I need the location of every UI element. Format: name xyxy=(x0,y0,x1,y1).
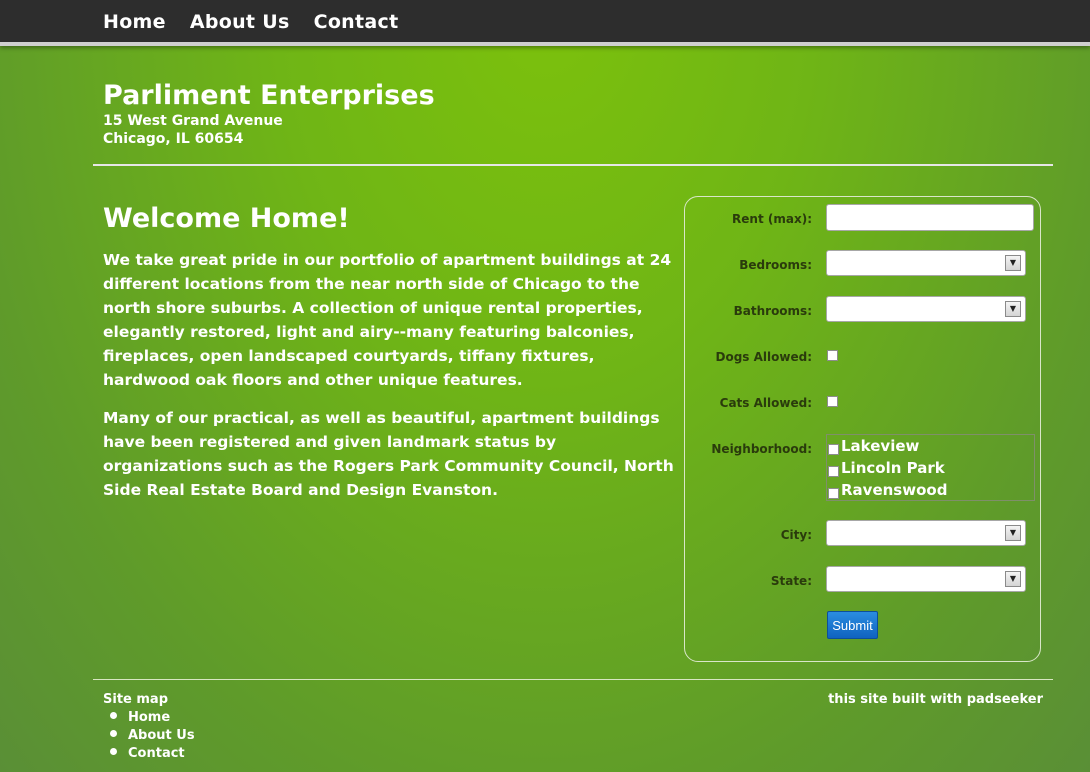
bedrooms-label: Bedrooms: xyxy=(739,258,812,272)
bathrooms-select[interactable]: ▼ xyxy=(826,296,1026,322)
list-item: About Us xyxy=(110,727,195,745)
dropdown-arrow-icon: ▼ xyxy=(1005,301,1021,317)
nav-contact-link[interactable]: Contact xyxy=(314,11,399,33)
footer-contact-link[interactable]: Contact xyxy=(128,746,185,761)
state-row: State: ▼ xyxy=(685,566,1042,596)
neighborhood-option-lincoln-park[interactable]: Lincoln Park xyxy=(827,457,1034,479)
bedrooms-row: Bedrooms: ▼ xyxy=(685,250,1042,280)
neighborhood-label: Neighborhood: xyxy=(711,442,812,456)
neighborhood-option-label: Lakeview xyxy=(841,437,920,455)
sitemap-list: Home About Us Contact xyxy=(103,709,195,763)
site-credit: this site built with padseeker xyxy=(828,692,1043,707)
neighborhood-checklist: Lakeview Lincoln Park Ravenswood xyxy=(826,434,1035,501)
main-content: Welcome Home! We take great pride in our… xyxy=(103,202,678,516)
site-footer: Site map Home About Us Contact xyxy=(103,692,195,763)
dogs-row: Dogs Allowed: xyxy=(685,342,1042,372)
rent-label: Rent (max): xyxy=(732,212,812,226)
dogs-label: Dogs Allowed: xyxy=(715,350,813,364)
nav-home-link[interactable]: Home xyxy=(103,11,166,33)
bathrooms-label: Bathrooms: xyxy=(733,304,812,318)
neighborhood-checkbox[interactable] xyxy=(828,466,839,477)
neighborhood-checkbox[interactable] xyxy=(828,444,839,455)
bedrooms-select[interactable]: ▼ xyxy=(826,250,1026,276)
header-divider xyxy=(93,164,1053,166)
sitemap-heading: Site map xyxy=(103,692,168,707)
dropdown-arrow-icon: ▼ xyxy=(1005,571,1021,587)
list-item: Home xyxy=(110,709,195,727)
rent-row: Rent (max): xyxy=(685,204,1042,234)
dropdown-arrow-icon: ▼ xyxy=(1005,525,1021,541)
rent-input[interactable] xyxy=(826,204,1034,231)
nav-about-link[interactable]: About Us xyxy=(190,11,290,33)
main-nav: Home About Us Contact xyxy=(103,11,398,33)
neighborhood-checkbox[interactable] xyxy=(828,488,839,499)
footer-about-link[interactable]: About Us xyxy=(128,728,195,743)
intro-paragraph: We take great pride in our portfolio of … xyxy=(103,251,672,389)
state-label: State: xyxy=(770,574,812,588)
list-item: Contact xyxy=(110,745,195,763)
landmark-paragraph: Many of our practical, as well as beauti… xyxy=(103,409,674,499)
search-form: Rent (max): Bedrooms: ▼ Bathrooms: ▼ Dog… xyxy=(684,196,1041,662)
neighborhood-option-label: Lincoln Park xyxy=(841,459,945,477)
welcome-heading: Welcome Home! xyxy=(103,203,350,234)
city-label: City: xyxy=(780,528,812,542)
top-nav-bar: Home About Us Contact xyxy=(0,0,1090,46)
address-line-1: 15 West Grand Avenue xyxy=(103,113,283,129)
dogs-allowed-checkbox[interactable] xyxy=(827,350,838,361)
cats-allowed-checkbox[interactable] xyxy=(827,396,838,407)
cats-row: Cats Allowed: xyxy=(685,388,1042,418)
company-name: Parliment Enterprises xyxy=(103,80,435,111)
bathrooms-row: Bathrooms: ▼ xyxy=(685,296,1042,326)
neighborhood-option-lakeview[interactable]: Lakeview xyxy=(827,435,1034,457)
dropdown-arrow-icon: ▼ xyxy=(1005,255,1021,271)
address-line-2: Chicago, IL 60654 xyxy=(103,131,244,147)
cats-label: Cats Allowed: xyxy=(719,396,812,410)
neighborhood-option-ravenswood[interactable]: Ravenswood xyxy=(827,479,1034,501)
site-header: Parliment Enterprises 15 West Grand Aven… xyxy=(103,80,435,148)
neighborhood-row: Neighborhood: Lakeview Lincoln Park Rave… xyxy=(685,434,1042,502)
state-select[interactable]: ▼ xyxy=(826,566,1026,592)
neighborhood-option-label: Ravenswood xyxy=(841,481,948,499)
footer-home-link[interactable]: Home xyxy=(128,710,170,725)
city-select[interactable]: ▼ xyxy=(826,520,1026,546)
city-row: City: ▼ xyxy=(685,520,1042,550)
footer-divider xyxy=(93,679,1053,680)
submit-button[interactable]: Submit xyxy=(827,611,878,639)
